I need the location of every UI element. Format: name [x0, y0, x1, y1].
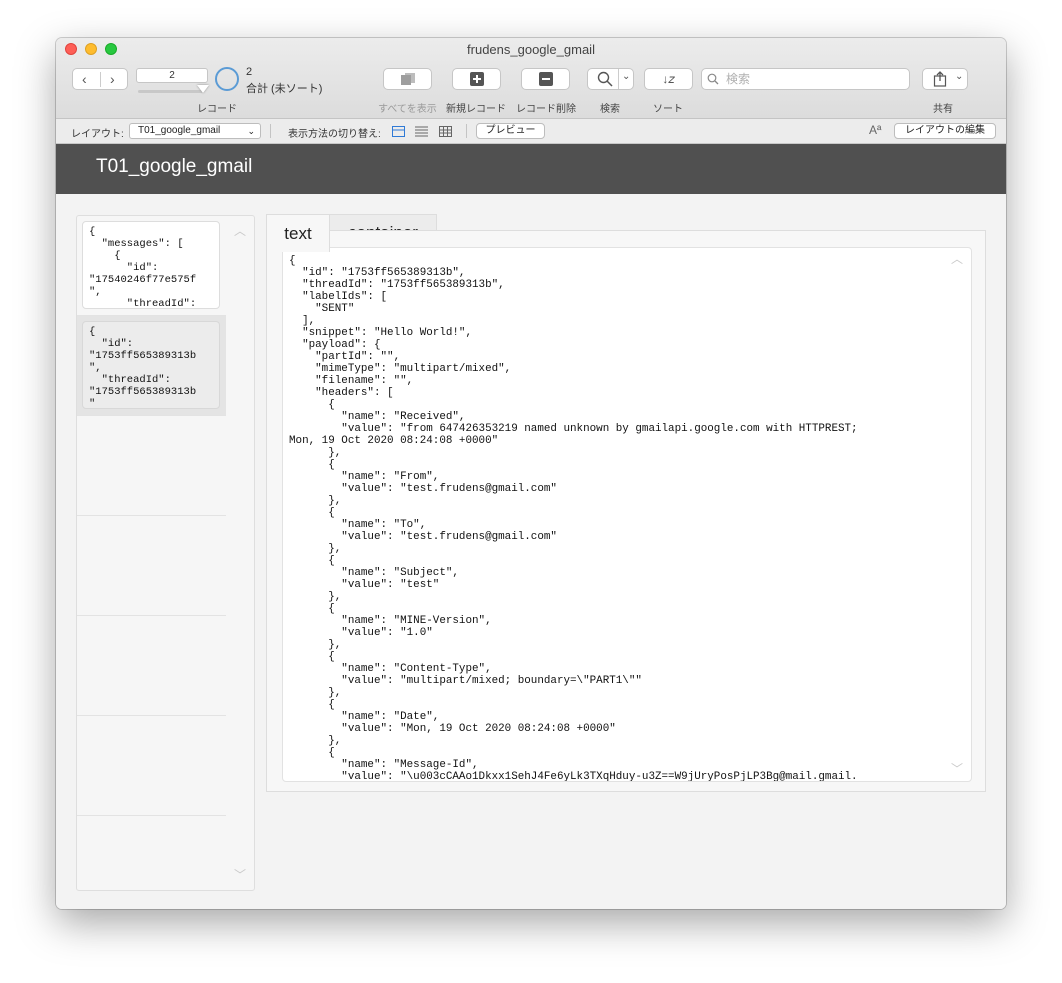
records-label: レコード	[197, 104, 237, 115]
portal-scroll-up-icon[interactable]: ︿	[234, 222, 246, 239]
record-nav-buttons: ‹ ›	[72, 68, 128, 90]
record-slider-thumb[interactable]	[197, 85, 209, 93]
search-icon	[707, 73, 719, 85]
new-record-icon	[469, 72, 484, 86]
tab-text[interactable]: text	[266, 214, 330, 252]
form-view-icon[interactable]	[392, 126, 405, 137]
portal-row-empty[interactable]	[77, 716, 226, 816]
layout-bar: レイアウト: T01_google_gmail ⌄ 表示方法の切り替え: プレビ…	[56, 119, 1006, 144]
new-record-label: 新規レコード	[446, 104, 506, 115]
layout-label: レイアウト:	[71, 129, 124, 140]
tab-text-label: text	[284, 223, 312, 243]
magnifier-icon	[597, 71, 613, 87]
layout-select[interactable]: T01_google_gmail ⌄	[129, 123, 261, 139]
delete-record-button[interactable]	[521, 68, 570, 90]
edit-layout-button[interactable]: レイアウトの編集	[894, 123, 996, 139]
share-chevron-down-icon: ⌄	[955, 71, 964, 82]
new-record-button[interactable]	[452, 68, 501, 90]
layout-header: T01_google_gmail	[56, 144, 1006, 194]
previous-record-icon[interactable]: ‹	[82, 71, 87, 87]
share-button[interactable]: ⌄	[922, 68, 968, 90]
portal-row[interactable]: { "messages": [ { "id": "17540246f77e575…	[77, 216, 226, 316]
table-view-icon[interactable]	[439, 126, 452, 137]
share-label: 共有	[933, 104, 953, 115]
portal-field[interactable]: { "messages": [ { "id": "17540246f77e575…	[82, 221, 220, 309]
share-icon	[933, 71, 947, 87]
layout-body: { "messages": [ { "id": "17540246f77e575…	[56, 194, 1006, 909]
window-title: frudens_google_gmail	[467, 42, 595, 57]
show-all-label: すべてを表示	[378, 104, 437, 115]
portal-field[interactable]: { "id": "1753ff565389313b ", "threadId":…	[82, 321, 220, 409]
app-window: frudens_google_gmail ‹ › 2 2 合計 (未ソート) レ…	[56, 38, 1006, 909]
sort-label: ソート	[653, 104, 683, 115]
find-chevron-down-icon[interactable]: ⌄	[622, 71, 630, 82]
portal-row-empty[interactable]	[77, 616, 226, 716]
portal-row-empty[interactable]	[77, 516, 226, 616]
show-all-button[interactable]	[383, 68, 432, 90]
record-number-field[interactable]: 2	[136, 68, 208, 83]
quick-find-input[interactable]: 検索	[701, 68, 910, 90]
sort-button[interactable]: ↓𝘻	[644, 68, 693, 90]
portal-scroll-down-icon[interactable]: ﹀	[234, 866, 246, 883]
record-progress-icon	[215, 67, 239, 91]
show-all-icon	[400, 73, 415, 85]
messages-portal: { "messages": [ { "id": "17540246f77e575…	[76, 215, 255, 891]
found-count: 2	[246, 66, 253, 78]
tab-panel: { "id": "1753ff565389313b", "threadId": …	[266, 230, 986, 792]
toolbar: frudens_google_gmail ‹ › 2 2 合計 (未ソート) レ…	[56, 38, 1006, 119]
list-view-icon[interactable]	[415, 126, 428, 137]
portal-row-selected[interactable]: { "id": "1753ff565389313b ", "threadId":…	[77, 316, 226, 416]
preview-button[interactable]: プレビュー	[476, 123, 545, 139]
delete-record-icon	[538, 72, 553, 86]
find-button[interactable]: ⌄	[587, 68, 634, 90]
find-label: 検索	[600, 104, 620, 115]
portal-row-empty[interactable]	[77, 416, 226, 516]
total-label: 合計 (未ソート)	[246, 83, 323, 95]
next-record-icon[interactable]: ›	[110, 71, 115, 87]
page-title: T01_google_gmail	[96, 156, 253, 177]
font-size-icon[interactable]: Aª	[869, 123, 881, 137]
record-slider[interactable]	[138, 90, 204, 93]
scroll-down-icon[interactable]: ﹀	[951, 760, 963, 777]
layout-name: T01_google_gmail	[138, 125, 221, 136]
view-as-label: 表示方法の切り替え:	[288, 129, 381, 140]
delete-record-label: レコード削除	[516, 104, 576, 115]
scroll-up-icon[interactable]: ︿	[951, 250, 963, 267]
layout-chevron-down-icon: ⌄	[247, 126, 255, 136]
json-text-field[interactable]: { "id": "1753ff565389313b", "threadId": …	[282, 247, 972, 782]
json-text: { "id": "1753ff565389313b", "threadId": …	[289, 255, 858, 782]
sort-icon: ↓𝘻	[662, 72, 675, 86]
